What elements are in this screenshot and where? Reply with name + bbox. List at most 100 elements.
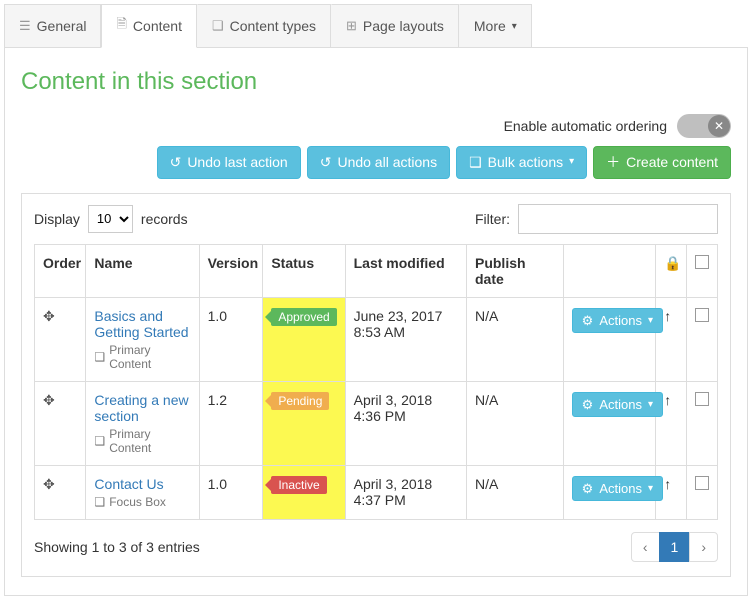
cubes-icon: ❑ [212, 18, 224, 34]
tab-more[interactable]: More ▾ [459, 4, 532, 47]
create-content-button[interactable]: ＋ Create content [593, 146, 731, 179]
button-label: Undo all actions [337, 154, 437, 171]
content-subtype: ❑ Primary Content [94, 343, 190, 371]
row-actions-button[interactable]: ⚙ Actions ▾ [572, 476, 663, 502]
tab-general[interactable]: ☰ General [4, 4, 101, 47]
move-up-icon[interactable]: ↑ [664, 308, 671, 324]
undo-icon: ↺ [320, 154, 332, 171]
row-checkbox[interactable] [695, 392, 709, 406]
button-label: Undo last action [187, 154, 287, 171]
cubes-icon: ❑ [94, 495, 105, 509]
caret-down-icon: ▾ [512, 21, 517, 32]
col-order[interactable]: Order [35, 244, 86, 297]
undo-all-button[interactable]: ↺ Undo all actions [307, 146, 450, 179]
tab-content[interactable]: 🗎 Content [101, 4, 197, 48]
checkbox[interactable] [695, 255, 709, 269]
pagination: ‹ 1 › [632, 532, 718, 562]
content-subtype: ❑ Primary Content [94, 427, 190, 455]
col-version[interactable]: Version [199, 244, 263, 297]
status-badge: Pending [271, 392, 329, 410]
document-icon: 🗎 [116, 15, 126, 37]
content-name-link[interactable]: Basics and Getting Started [94, 308, 190, 340]
table-footer: Showing 1 to 3 of 3 entries ‹ 1 › [34, 532, 718, 562]
lock-icon: 🔒 [664, 255, 681, 271]
cubes-icon: ❑ [94, 434, 105, 448]
row-checkbox[interactable] [695, 476, 709, 490]
bulk-actions-button[interactable]: ❑ Bulk actions ▾ [456, 146, 587, 179]
last-modified-cell: April 3, 2018 4:37 PM [345, 465, 466, 519]
undo-last-button[interactable]: ↺ Undo last action [157, 146, 301, 179]
move-up-icon[interactable]: ↑ [664, 476, 671, 492]
status-badge: Approved [271, 308, 336, 326]
page-title: Content in this section [21, 68, 731, 96]
version-cell: 1.0 [199, 465, 263, 519]
tab-content-types[interactable]: ❑ Content types [197, 4, 331, 47]
ordering-label: Enable automatic ordering [504, 118, 667, 134]
publish-date-cell: N/A [466, 297, 563, 381]
tab-label: General [37, 18, 87, 34]
gear-icon: ⚙ [582, 481, 594, 497]
gear-icon: ⚙ [582, 313, 594, 329]
filter-input[interactable] [518, 204, 718, 234]
layout-icon: ⊞ [346, 18, 357, 34]
col-status[interactable]: Status [263, 244, 345, 297]
tab-label: Content types [230, 18, 316, 34]
col-select-all[interactable] [687, 244, 718, 297]
col-actions [563, 244, 656, 297]
table-header-row: Order Name Version Status Last modified … [35, 244, 718, 297]
status-badge: Inactive [271, 476, 326, 494]
content-table: Order Name Version Status Last modified … [34, 244, 718, 520]
button-label: Bulk actions [488, 154, 563, 171]
version-cell: 1.0 [199, 297, 263, 381]
publish-date-cell: N/A [466, 465, 563, 519]
drag-handle-icon[interactable]: ✥ [43, 392, 55, 408]
move-up-icon[interactable]: ↑ [664, 392, 671, 408]
page-next[interactable]: › [689, 532, 718, 562]
caret-down-icon: ▾ [648, 483, 653, 495]
undo-icon: ↺ [170, 154, 182, 171]
tabs: ☰ General 🗎 Content ❑ Content types ⊞ Pa… [4, 4, 748, 48]
display-label: Display [34, 211, 80, 227]
publish-date-cell: N/A [466, 381, 563, 465]
tab-label: Content [133, 18, 182, 34]
action-bar: ↺ Undo last action ↺ Undo all actions ❑ … [21, 146, 731, 179]
last-modified-cell: April 3, 2018 4:36 PM [345, 381, 466, 465]
tab-label: More [474, 18, 506, 34]
tab-page-layouts[interactable]: ⊞ Page layouts [331, 4, 459, 47]
cubes-icon: ❑ [94, 350, 105, 364]
caret-down-icon: ▾ [648, 399, 653, 411]
last-modified-cell: June 23, 2017 8:53 AM [345, 297, 466, 381]
page-current[interactable]: 1 [659, 532, 691, 562]
caret-down-icon: ▾ [648, 315, 653, 327]
col-name[interactable]: Name [86, 244, 199, 297]
showing-text: Showing 1 to 3 of 3 entries [34, 539, 200, 555]
table-row: ✥ Basics and Getting Started ❑ Primary Con… [35, 297, 718, 381]
page-prev[interactable]: ‹ [631, 532, 660, 562]
row-actions-button[interactable]: ⚙ Actions ▾ [572, 392, 663, 418]
close-icon: ✕ [708, 115, 730, 137]
content-subtype: ❑ Focus Box [94, 495, 190, 509]
caret-down-icon: ▾ [569, 156, 574, 168]
drag-handle-icon[interactable]: ✥ [43, 476, 55, 492]
sliders-icon: ☰ [19, 18, 31, 34]
cubes-icon: ❑ [469, 154, 482, 171]
col-lock[interactable]: 🔒 [656, 244, 687, 297]
ordering-toggle[interactable]: ✕ [677, 114, 731, 138]
table-row: ✥ Contact Us ❑ Focus Box 1.0 Inactive April 3… [35, 465, 718, 519]
table-toolbar: Display 10 records Filter: [34, 204, 718, 234]
content-name-link[interactable]: Creating a new section [94, 392, 190, 424]
panel: Content in this section Enable automatic… [4, 48, 748, 596]
ordering-row: Enable automatic ordering ✕ [21, 114, 731, 138]
table-container: Display 10 records Filter: Order Name [21, 193, 731, 577]
page-size-select[interactable]: 10 [88, 205, 133, 233]
col-last-modified[interactable]: Last modified [345, 244, 466, 297]
records-label: records [141, 211, 188, 227]
row-actions-button[interactable]: ⚙ Actions ▾ [572, 308, 663, 334]
row-checkbox[interactable] [695, 308, 709, 322]
content-name-link[interactable]: Contact Us [94, 476, 190, 492]
drag-handle-icon[interactable]: ✥ [43, 308, 55, 324]
version-cell: 1.2 [199, 381, 263, 465]
table-row: ✥ Creating a new section ❑ Primary Content… [35, 381, 718, 465]
col-publish-date[interactable]: Publish date [466, 244, 563, 297]
tab-label: Page layouts [363, 18, 444, 34]
